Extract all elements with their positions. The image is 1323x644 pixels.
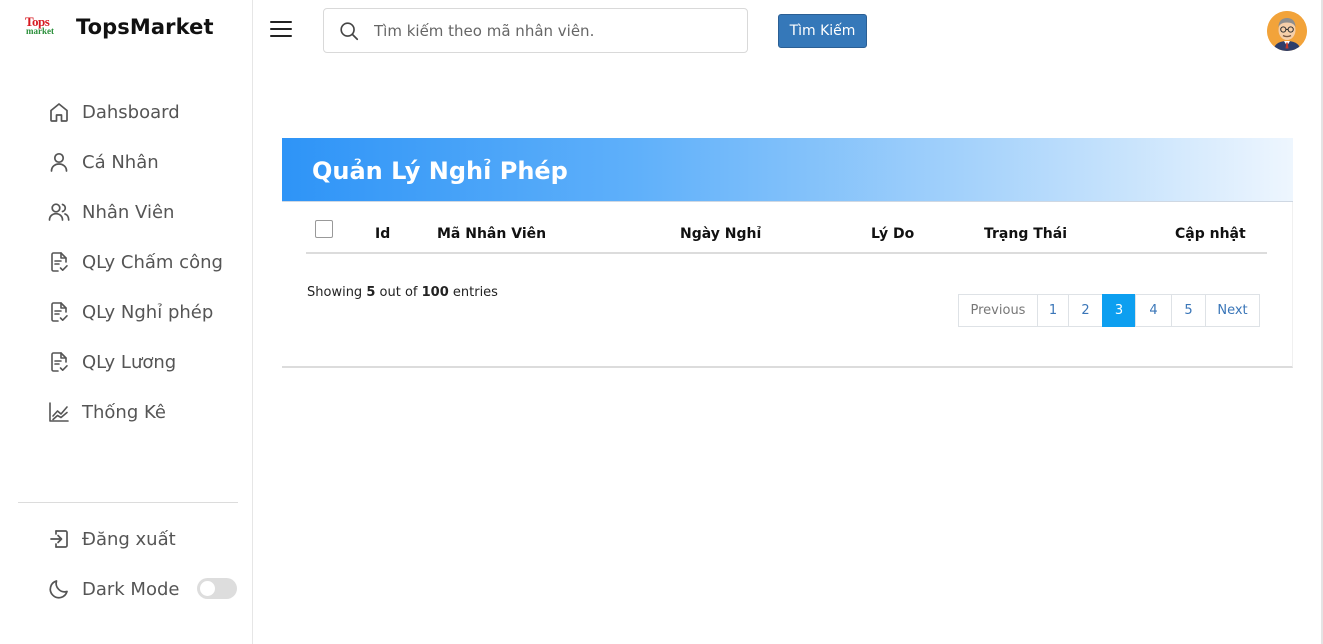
users-icon [48, 203, 70, 221]
leave-management-card: Quản Lý Nghỉ Phép Id Mã Nhân Viên Ngày N… [282, 138, 1293, 368]
sidebar-item-qly-cham-cong[interactable]: QLy Chấm công [47, 247, 223, 277]
avatar[interactable] [1267, 11, 1307, 51]
column-header-cap-nhat[interactable]: Cập nhật [1175, 226, 1246, 242]
clipboard-check-icon [51, 352, 68, 372]
sidebar-item-thong-ke[interactable]: Thống Kê [47, 397, 166, 427]
sidebar-item-label: QLy Nghỉ phép [82, 301, 214, 323]
sidebar-item-qly-luong[interactable]: QLy Lương [47, 347, 176, 377]
search-box [323, 8, 748, 53]
dark-mode-label: Dark Mode [82, 578, 180, 600]
sidebar-item-label: Nhân Viên [82, 201, 175, 223]
column-header-ly-do[interactable]: Lý Do [871, 226, 914, 242]
pagination-page-3[interactable]: 3 [1102, 294, 1136, 327]
sidebar-item-dashboard[interactable]: Dahsboard [47, 97, 180, 127]
sidebar-item-label: QLy Lương [82, 351, 177, 373]
column-header-ma-nhan-vien[interactable]: Mã Nhân Viên [437, 226, 546, 242]
search-icon [340, 22, 359, 41]
logout-icon [50, 530, 68, 548]
page-title: Quản Lý Nghỉ Phép [312, 157, 568, 185]
logout-button[interactable]: Đăng xuất [47, 524, 176, 554]
user-icon [50, 152, 68, 172]
column-header-ngay-nghi[interactable]: Ngày Nghỉ [680, 226, 761, 242]
sidebar-item-qly-nghi-phep[interactable]: QLy Nghỉ phép [47, 297, 213, 327]
dark-mode-row: Dark Mode [47, 574, 179, 604]
pagination-next[interactable]: Next [1205, 294, 1260, 327]
sidebar-item-label: Dahsboard [82, 101, 180, 123]
pagination-page-5[interactable]: 5 [1171, 294, 1206, 327]
dark-mode-toggle[interactable] [197, 578, 237, 599]
showing-total: 100 [421, 285, 449, 300]
clipboard-check-icon [51, 252, 68, 272]
showing-prefix: Showing [307, 285, 363, 300]
logo-market-text: market [26, 26, 54, 36]
brand-name: TopsMarket [76, 15, 214, 39]
column-header-id[interactable]: Id [375, 226, 390, 242]
pagination-page-4[interactable]: 4 [1135, 294, 1172, 327]
column-header-trang-thai[interactable]: Trạng Thái [984, 226, 1067, 242]
search-input[interactable] [374, 17, 734, 45]
toggle-knob [200, 581, 215, 596]
showing-count: 5 [366, 285, 376, 300]
sidebar-divider [18, 502, 238, 503]
logout-label: Đăng xuất [82, 528, 176, 550]
pagination-page-2[interactable]: 2 [1068, 294, 1103, 327]
clipboard-check-icon [51, 302, 68, 322]
showing-mid: out of [379, 285, 418, 300]
menu-toggle-button[interactable] [270, 21, 292, 37]
select-all-checkbox[interactable] [315, 220, 333, 238]
sidebar-item-ca-nhan[interactable]: Cá Nhân [47, 147, 159, 177]
pagination: Previous 1 2 3 4 5 Next [958, 294, 1260, 327]
home-icon [50, 103, 68, 122]
search-button[interactable]: Tìm Kiếm [778, 14, 867, 48]
sidebar: Tops market TopsMarket Dahsboard Cá Nhân [3, 0, 253, 644]
card-header: Quản Lý Nghỉ Phép [282, 138, 1293, 202]
chart-line-icon [49, 402, 69, 422]
showing-suffix: entries [452, 285, 498, 300]
table-header: Id Mã Nhân Viên Ngày Nghỉ Lý Do Trạng Th… [306, 212, 1267, 254]
pagination-previous[interactable]: Previous [958, 294, 1038, 327]
pagination-page-1[interactable]: 1 [1037, 294, 1069, 327]
tops-logo[interactable]: Tops market [25, 14, 61, 40]
entries-summary: Showing 5 out of 100 entries [307, 285, 498, 300]
sidebar-item-label: Thống Kê [82, 401, 166, 423]
sidebar-item-nhan-vien[interactable]: Nhân Viên [47, 197, 174, 227]
moon-icon [49, 580, 68, 599]
sidebar-item-label: QLy Chấm công [82, 251, 223, 273]
sidebar-item-label: Cá Nhân [82, 151, 159, 173]
user-avatar-icon [1267, 11, 1307, 51]
